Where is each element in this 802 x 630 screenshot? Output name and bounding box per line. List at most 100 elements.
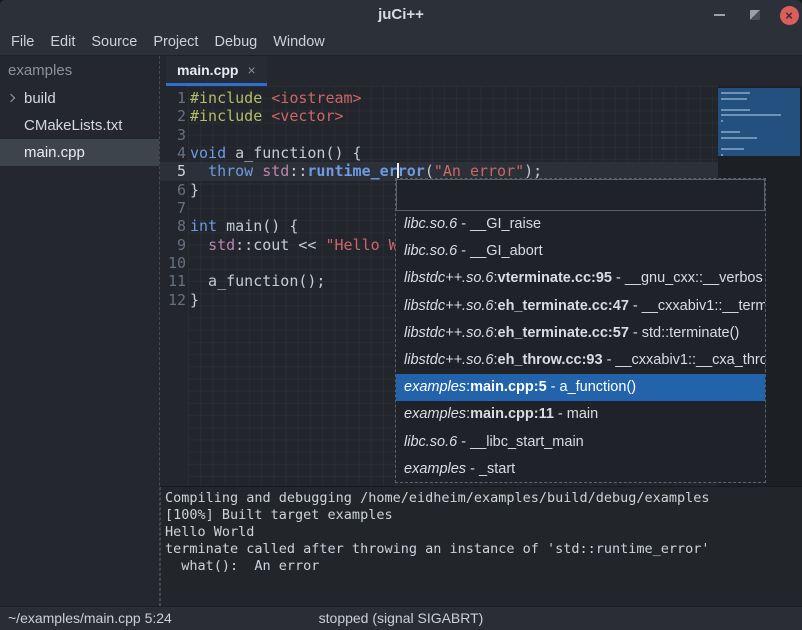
frame-function: - __GI_abort (457, 243, 542, 259)
frame-library: libc.so.6 (404, 216, 457, 232)
tab-close-icon[interactable]: × (247, 63, 255, 77)
frame-function: - __GI_raise (457, 216, 541, 232)
code-token: main() { (217, 217, 298, 235)
code-token: #include (190, 89, 262, 107)
terminal-line: Hello World (165, 524, 802, 541)
terminal-line: Compiling and debugging /home/eidheim/ex… (165, 490, 802, 507)
frame-library: libc.so.6 (404, 243, 457, 259)
tab-main-cpp[interactable]: main.cpp × (166, 56, 267, 86)
frame-function: - __gnu_cxx::__verbos (612, 270, 763, 286)
code-line-1: 1#include <iostream> (160, 89, 718, 107)
project-header[interactable]: examples (0, 56, 159, 85)
frame-function: - std::terminate() (629, 325, 739, 341)
code-token: runtime_er (307, 162, 397, 180)
code-text: #include <iostream> (186, 89, 362, 107)
frame-library: libstdc++.so.6 (404, 325, 493, 341)
stack-frame-6[interactable]: examples:main.cpp:5 - a_function() (396, 374, 765, 401)
line-number: 5 (160, 162, 186, 180)
stack-frame-0[interactable]: libc.so.6 - __GI_raise (396, 211, 765, 238)
close-button[interactable]: × (776, 0, 802, 30)
chevron-right-icon[interactable] (7, 94, 15, 102)
code-token (190, 236, 208, 254)
frame-location: main.cpp:11 (470, 406, 554, 422)
minimap-line (721, 92, 750, 94)
minimap-line (721, 120, 723, 122)
line-number: 4 (160, 144, 186, 162)
code-token: <iostream> (271, 89, 361, 107)
status-bar: ~/examples/main.cpp 5:24 stopped (signal… (0, 606, 802, 630)
line-number: 2 (160, 107, 186, 125)
tree-item-build[interactable]: build (0, 85, 159, 112)
code-text: a_function(); (186, 272, 325, 290)
code-token: void (190, 144, 226, 162)
frame-library: examples (404, 461, 466, 477)
tree-item-cmakelists-txt[interactable]: CMakeLists.txt (0, 112, 159, 139)
minimap-visible-region[interactable] (718, 88, 800, 156)
code-text (186, 254, 190, 272)
menu-item-source[interactable]: Source (83, 30, 145, 56)
stack-frame-3[interactable]: libstdc++.so.6:eh_terminate.cc:47 - __cx… (396, 293, 765, 320)
title-bar[interactable]: juCi++ × (0, 0, 802, 30)
code-token: :: (289, 162, 307, 180)
frame-location: main.cpp:5 (470, 379, 547, 395)
debug-status: stopped (signal SIGABRT) (319, 607, 484, 630)
frame-function: - __libc_start_main (457, 434, 584, 450)
minimap-line (721, 131, 740, 133)
code-token: std (208, 236, 235, 254)
tab-bar: main.cpp × (160, 56, 802, 86)
code-token (262, 107, 271, 125)
tree-item-label: CMakeLists.txt (24, 117, 122, 134)
line-number: 1 (160, 89, 186, 107)
frame-function: - main (554, 406, 598, 422)
code-token: "Hello W (325, 236, 397, 254)
stack-frame-8[interactable]: libc.so.6 - __libc_start_main (396, 429, 765, 456)
code-text: std::cout << "Hello W (186, 236, 398, 254)
line-number: 9 (160, 236, 186, 254)
stack-frame-9[interactable]: examples - _start (396, 456, 765, 483)
stack-frame-5[interactable]: libstdc++.so.6:eh_throw.cc:93 - __cxxabi… (396, 347, 765, 374)
frame-library: libc.so.6 (404, 434, 457, 450)
terminal-line: [100%] Built target examples (165, 507, 802, 524)
frame-location: eh_throw.cc:93 (498, 352, 603, 368)
minimap-line (721, 114, 781, 116)
frame-library: libstdc++.so.6 (404, 270, 493, 286)
stack-frame-7[interactable]: examples:main.cpp:11 - main (396, 401, 765, 428)
line-number: 8 (160, 217, 186, 235)
terminal-output[interactable]: Compiling and debugging /home/eidheim/ex… (160, 487, 802, 606)
minimap-line (721, 148, 744, 150)
menu-item-file[interactable]: File (3, 30, 42, 56)
code-line-3: 3 (160, 126, 718, 144)
code-token: a_function(); (190, 272, 325, 290)
code-token: #include (190, 107, 262, 125)
frame-location: vterminate.cc:95 (498, 270, 612, 286)
code-text (186, 199, 190, 217)
menu-bar: FileEditSourceProjectDebugWindow (0, 30, 802, 56)
code-token (262, 89, 271, 107)
tree-item-label: build (24, 90, 56, 107)
tab-label: main.cpp (177, 62, 238, 78)
line-number: 7 (160, 199, 186, 217)
stack-frame-1[interactable]: libc.so.6 - __GI_abort (396, 238, 765, 265)
menu-item-window[interactable]: Window (265, 30, 333, 56)
stack-trace-popup: libc.so.6 - __GI_raiselibc.so.6 - __GI_a… (395, 178, 766, 483)
frame-function: - a_function() (547, 379, 636, 395)
stack-frame-4[interactable]: libstdc++.so.6:eh_terminate.cc:57 - std:… (396, 320, 765, 347)
code-token (190, 162, 208, 180)
minimize-button[interactable] (706, 0, 732, 30)
stack-frame-2[interactable]: libstdc++.so.6:vterminate.cc:95 - __gnu_… (396, 265, 765, 292)
restore-button[interactable] (742, 0, 768, 30)
code-token: } (190, 291, 199, 309)
code-token (253, 162, 262, 180)
menu-item-debug[interactable]: Debug (206, 30, 265, 56)
code-text: void a_function() { (186, 144, 362, 162)
tree-item-main-cpp[interactable]: main.cpp (0, 139, 159, 166)
menu-item-edit[interactable]: Edit (42, 30, 83, 56)
terminal-line: terminate called after throwing an insta… (165, 541, 802, 558)
minimap-line (721, 137, 757, 139)
frame-library: libstdc++.so.6 (404, 298, 493, 314)
menu-item-project[interactable]: Project (145, 30, 206, 56)
minimize-icon (714, 14, 725, 16)
line-number: 11 (160, 272, 186, 290)
code-text (186, 126, 190, 144)
popup-filter-input[interactable] (396, 179, 765, 211)
